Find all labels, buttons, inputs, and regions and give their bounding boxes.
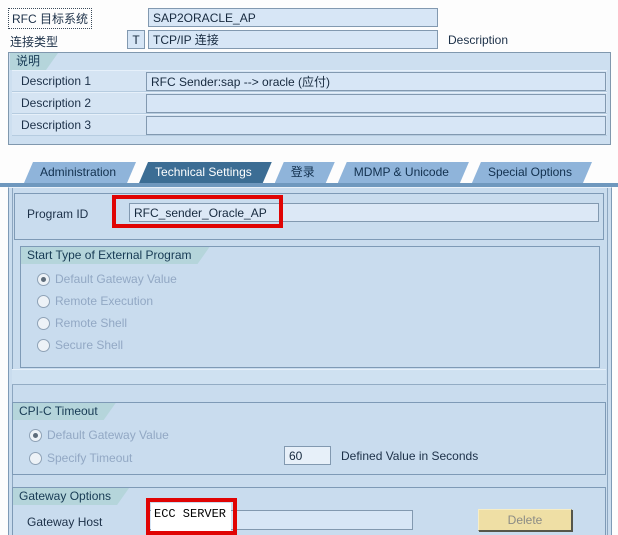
connection-type-text-field[interactable]: TCP/IP 连接 xyxy=(148,30,438,49)
radio-default-gateway-value[interactable]: Default Gateway Value xyxy=(37,270,177,288)
tab-mdmp-unicode[interactable]: MDMP & Unicode xyxy=(338,162,469,183)
rfc-target-system-label: RFC 目标系统 xyxy=(8,8,92,29)
description-2-label: Description 2 xyxy=(21,96,92,110)
registered-program-box: Program ID RFC_sender_Oracle_AP xyxy=(14,193,604,240)
cpic-timeout-group-title: CPI-C Timeout xyxy=(13,403,116,420)
radio-selected-icon xyxy=(37,272,50,286)
delete-button[interactable]: Delete xyxy=(478,509,572,531)
radio-specify-timeout[interactable]: Specify Timeout xyxy=(29,449,132,467)
tab-special-options[interactable]: Special Options xyxy=(472,162,592,183)
cpic-timeout-group: CPI-C Timeout Default Gateway Value Spec… xyxy=(12,402,606,475)
timeout-seconds-field[interactable]: 60 xyxy=(284,446,331,465)
tab-strip: Administration Technical Settings 登录 MDM… xyxy=(24,162,592,183)
connection-type-code-field[interactable]: T xyxy=(127,30,145,49)
description-2-field[interactable] xyxy=(146,94,606,113)
tab-logon[interactable]: 登录 xyxy=(275,162,335,183)
rfc-target-system-field[interactable]: SAP2ORACLE_AP xyxy=(148,8,438,27)
tab-technical-settings[interactable]: Technical Settings xyxy=(139,162,272,183)
program-id-label: Program ID xyxy=(27,207,89,221)
connection-type-label: 连接类型 xyxy=(10,35,59,49)
radio-remote-shell[interactable]: Remote Shell xyxy=(37,314,127,332)
timeout-unit-label: Defined Value in Seconds xyxy=(341,449,479,463)
radio-icon xyxy=(37,316,50,330)
gateway-options-group-title: Gateway Options xyxy=(13,488,129,505)
description-3-label: Description 3 xyxy=(21,118,92,132)
radio-icon xyxy=(37,294,50,308)
description-group-title: 说明 xyxy=(10,53,58,70)
panel-border-line xyxy=(12,188,13,535)
radio-icon xyxy=(37,338,50,352)
radio-remote-execution[interactable]: Remote Execution xyxy=(37,292,153,310)
panel-border-line xyxy=(607,188,608,535)
rfc-destination-screen: RFC 目标系统 SAP2ORACLE_AP 连接类型 T TCP/IP 连接 … xyxy=(0,0,618,535)
description-1-label: Description 1 xyxy=(21,74,92,88)
start-type-group-title: Start Type of External Program xyxy=(21,247,210,264)
radio-cpic-default-gateway-value[interactable]: Default Gateway Value xyxy=(29,426,169,444)
description-group: 说明 Description 1 RFC Sender:sap --> orac… xyxy=(8,52,611,145)
description-3-field[interactable] xyxy=(146,116,606,135)
radio-icon xyxy=(29,451,42,465)
gateway-host-highlight-box xyxy=(146,498,237,535)
start-type-group: Start Type of External Program Default G… xyxy=(20,246,600,368)
tab-administration[interactable]: Administration xyxy=(24,162,136,183)
radio-selected-icon xyxy=(29,428,42,442)
description-heading: Description xyxy=(448,33,509,47)
gateway-host-label: Gateway Host xyxy=(27,515,103,529)
radio-secure-shell[interactable]: Secure Shell xyxy=(37,336,123,354)
program-id-highlight-box xyxy=(112,195,283,228)
description-1-field[interactable]: RFC Sender:sap --> oracle (应付) xyxy=(146,72,606,91)
panel-divider-strip xyxy=(12,369,606,385)
